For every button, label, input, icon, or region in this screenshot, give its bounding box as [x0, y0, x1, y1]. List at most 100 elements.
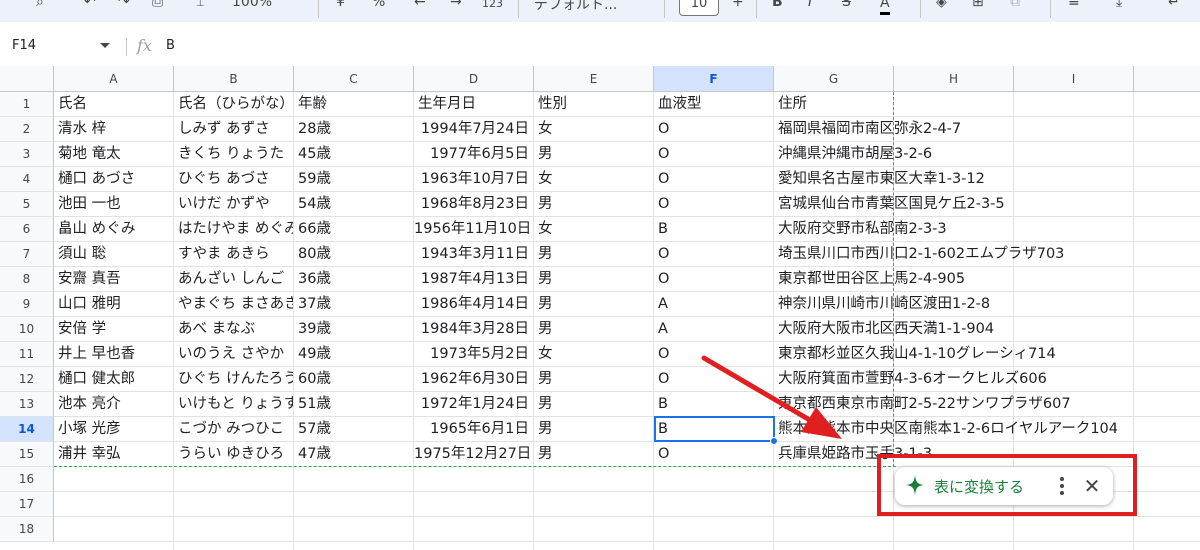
- cell-blood-type[interactable]: O: [654, 167, 773, 192]
- cell-gender[interactable]: 男: [534, 267, 653, 292]
- zoom-select[interactable]: 100%: [232, 0, 272, 10]
- row-header-8[interactable]: 8: [0, 267, 54, 292]
- row-header-15[interactable]: 15: [0, 442, 54, 467]
- cell-name-kana[interactable]: ひぐち けんたろう: [174, 367, 293, 392]
- column-header-partial[interactable]: [1134, 66, 1200, 92]
- cell-birthdate[interactable]: 1986年4月14日: [414, 292, 533, 317]
- header-cell-birthdate[interactable]: 生年月日: [414, 92, 533, 117]
- cell-name-kana[interactable]: いけだ かずや: [174, 192, 293, 217]
- convert-to-table-button[interactable]: 表に変換する: [934, 476, 1024, 497]
- horizontal-align-icon[interactable]: ≡: [1068, 0, 1080, 10]
- cell-address[interactable]: 愛知県名古屋市東区大幸1-3-12: [774, 167, 1194, 192]
- header-cell-age[interactable]: 年齢: [294, 92, 413, 117]
- cell-address[interactable]: 東京都西東京市南町2-5-22サンワプラザ607: [774, 392, 1194, 417]
- strikethrough-button[interactable]: S: [842, 0, 851, 10]
- column-header-i[interactable]: I: [1014, 66, 1134, 92]
- percent-button[interactable]: %: [372, 0, 385, 10]
- row-header-2[interactable]: 2: [0, 117, 54, 142]
- cell-gender[interactable]: 男: [534, 317, 653, 342]
- cell-age[interactable]: 80歳: [294, 242, 413, 267]
- redo-icon[interactable]: ↷: [118, 0, 130, 10]
- header-cell-name[interactable]: 氏名: [54, 92, 173, 117]
- vertical-align-icon[interactable]: ⤓: [1116, 0, 1122, 10]
- cell-name[interactable]: 池本 亮介: [54, 392, 173, 417]
- cell-name-kana[interactable]: しみず あずさ: [174, 117, 293, 142]
- cell-blood-type[interactable]: O: [654, 342, 773, 367]
- cell-address[interactable]: 宮城県仙台市青葉区国見ケ丘2-3-5: [774, 192, 1194, 217]
- cell-birthdate[interactable]: 1977年6月5日: [414, 142, 533, 167]
- row-header-3[interactable]: 3: [0, 142, 54, 167]
- cell-address[interactable]: 東京都杉並区久我山4-1-10グレーシィ714: [774, 342, 1194, 367]
- row-header-7[interactable]: 7: [0, 242, 54, 267]
- convert-to-table-chip[interactable]: 表に変換する ✕: [895, 467, 1113, 505]
- text-color-button[interactable]: A: [880, 0, 890, 15]
- cell-age[interactable]: 59歳: [294, 167, 413, 192]
- select-all-corner[interactable]: [0, 66, 54, 92]
- cell-name[interactable]: 樋口 健太郎: [54, 367, 173, 392]
- cell-blood-type[interactable]: O: [654, 117, 773, 142]
- cell-birthdate[interactable]: 1975年12月27日: [414, 442, 533, 467]
- merge-cells-icon[interactable]: ⧉: [1010, 0, 1020, 10]
- cell-age[interactable]: 36歳: [294, 267, 413, 292]
- header-cell-blood-type[interactable]: 血液型: [654, 92, 773, 117]
- cell-gender[interactable]: 男: [534, 242, 653, 267]
- cell-address[interactable]: 大阪府箕面市萱野4-3-6オークヒルズ606: [774, 367, 1194, 392]
- cell-age[interactable]: 60歳: [294, 367, 413, 392]
- row-header-18[interactable]: 18: [0, 517, 54, 542]
- cell-name[interactable]: 安倍 学: [54, 317, 173, 342]
- cell-address[interactable]: 福岡県福岡市南区弥永2-4-7: [774, 117, 1194, 142]
- cell-name-kana[interactable]: すやま あきら: [174, 242, 293, 267]
- chevron-down-icon[interactable]: [100, 43, 110, 48]
- cell-name-kana[interactable]: あべ まなぶ: [174, 317, 293, 342]
- cell-name[interactable]: 畠山 めぐみ: [54, 217, 173, 242]
- more-options-icon[interactable]: [1054, 474, 1070, 498]
- row-header-11[interactable]: 11: [0, 342, 54, 367]
- close-icon[interactable]: ✕: [1079, 473, 1105, 499]
- borders-icon[interactable]: ⊞: [972, 0, 984, 10]
- cell-birthdate[interactable]: 1956年11月10日: [414, 217, 533, 242]
- font-select[interactable]: デフォルト...: [534, 0, 617, 14]
- header-cell-address[interactable]: 住所: [774, 92, 1194, 117]
- cell-name-kana[interactable]: こづか みつひこ: [174, 417, 293, 442]
- column-header-h[interactable]: H: [894, 66, 1014, 92]
- cell-birthdate[interactable]: 1972年1月24日: [414, 392, 533, 417]
- cell-gender[interactable]: 男: [534, 392, 653, 417]
- cell-gender[interactable]: 男: [534, 417, 653, 442]
- cell-blood-type[interactable]: B: [654, 392, 773, 417]
- cell-blood-type[interactable]: O: [654, 267, 773, 292]
- cell-gender[interactable]: 男: [534, 442, 653, 467]
- number-format-button[interactable]: 123: [482, 0, 503, 10]
- cell-address[interactable]: 大阪府交野市私部南2-3-3: [774, 217, 1194, 242]
- row-header-12[interactable]: 12: [0, 367, 54, 392]
- increase-decimal-icon[interactable]: →: [450, 0, 462, 10]
- cell-address[interactable]: 熊本県熊本市中央区南熊本1-2-6ロイヤルアーク104: [774, 417, 1194, 442]
- cell-age[interactable]: 49歳: [294, 342, 413, 367]
- print-icon[interactable]: ⎙: [152, 0, 163, 10]
- cell-name[interactable]: 池田 一也: [54, 192, 173, 217]
- row-header-14[interactable]: 14: [0, 417, 54, 442]
- cell-birthdate[interactable]: 1994年7月24日: [414, 117, 533, 142]
- cell-blood-type[interactable]: O: [654, 192, 773, 217]
- cell-age[interactable]: 66歳: [294, 217, 413, 242]
- cell-age[interactable]: 45歳: [294, 142, 413, 167]
- cell-name[interactable]: 菊地 竜太: [54, 142, 173, 167]
- row-header-17[interactable]: 17: [0, 492, 54, 517]
- cell-blood-type[interactable]: O: [654, 142, 773, 167]
- cell-name[interactable]: 小塚 光彦: [54, 417, 173, 442]
- cell-name-kana[interactable]: はたけやま めぐみ: [174, 217, 293, 242]
- cell-address[interactable]: 埼玉県川口市西川口2-1-602エムプラザ703: [774, 242, 1194, 267]
- header-cell-name-kana[interactable]: 氏名（ひらがな）: [174, 92, 293, 117]
- column-header-e[interactable]: E: [534, 66, 654, 92]
- column-header-f[interactable]: F: [654, 66, 774, 92]
- cell-birthdate[interactable]: 1973年5月2日: [414, 342, 533, 367]
- cell-gender[interactable]: 女: [534, 117, 653, 142]
- cell-birthdate[interactable]: 1965年6月1日: [414, 417, 533, 442]
- currency-icon[interactable]: ¥: [336, 0, 345, 10]
- cell-blood-type[interactable]: A: [654, 292, 773, 317]
- font-size-input[interactable]: 10: [679, 0, 719, 16]
- column-header-a[interactable]: A: [54, 66, 174, 92]
- cell-age[interactable]: 28歳: [294, 117, 413, 142]
- cell-gender[interactable]: 男: [534, 142, 653, 167]
- cell-name-kana[interactable]: うらい ゆきひろ: [174, 442, 293, 467]
- cell-address[interactable]: 神奈川県川崎市川崎区渡田1-2-8: [774, 292, 1194, 317]
